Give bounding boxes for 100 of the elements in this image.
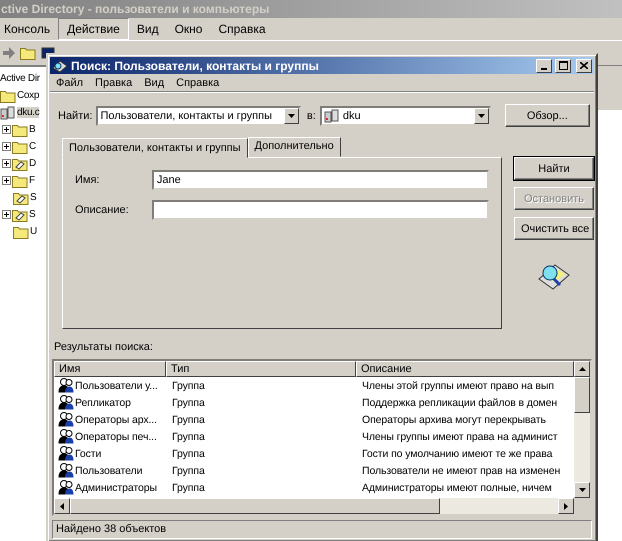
table-cell: Группа [172, 448, 205, 460]
window-title: ctive Directory - пользователи и компьютеры [0, 0, 622, 18]
caret-icon [478, 114, 485, 118]
folder-book-icon [12, 208, 28, 222]
table-cell: Пользователи [75, 464, 142, 477]
location-label: в: [306, 110, 316, 122]
table-cell: Члены этой группы имеют право на вып [362, 380, 554, 392]
text-field[interactable] [152, 200, 489, 220]
group-icon [58, 463, 74, 478]
minimize-button[interactable] [536, 58, 552, 73]
table-cell: Операторы арх... [75, 414, 157, 426]
action-button[interactable]: Очистить все [514, 217, 594, 240]
plus-box-icon[interactable] [2, 176, 11, 185]
tree-item[interactable]: D [29, 158, 36, 169]
folder-book-icon [12, 156, 28, 170]
group-icon [58, 480, 74, 496]
menu-item[interactable]: Правка [89, 76, 138, 89]
group-icon [58, 378, 74, 394]
servers-icon [0, 106, 16, 120]
plus-box-icon[interactable] [2, 125, 11, 134]
tree-item[interactable]: C [29, 141, 36, 152]
folder-icon [12, 140, 28, 154]
horizontal-scrollbar[interactable] [54, 498, 574, 514]
table-cell: Члены группы имеют права на админист [362, 430, 558, 443]
table-cell: Администраторы имеют полные, ничем [362, 482, 552, 494]
folder-icon [12, 174, 28, 188]
plus-box-icon[interactable] [2, 142, 11, 151]
folder-icon [0, 88, 16, 102]
location-dropdown[interactable]: dku [320, 106, 491, 126]
table-cell: Пользователи у... [75, 380, 158, 392]
table-cell: Администраторы [75, 482, 157, 494]
table-cell: Гости по умолчанию имеют те же права [362, 448, 552, 460]
browse-button[interactable]: Обзор... [504, 104, 590, 128]
right-arrow-icon [564, 502, 568, 510]
dialog-title: Поиск: Пользователи, контакты и группы [71, 58, 320, 73]
tree-item[interactable]: Coxp [17, 90, 40, 101]
menu-item[interactable]: Вид [128, 19, 167, 39]
tree-item[interactable]: dku.c [17, 107, 40, 118]
menu-item[interactable]: Вид [138, 76, 170, 89]
menu-item[interactable]: Действие [58, 18, 129, 40]
results-label: Результаты поиска: [53, 340, 154, 356]
menu-item[interactable]: Окно [166, 19, 210, 39]
maximize-button[interactable] [555, 58, 571, 73]
folder-up-icon [20, 46, 36, 60]
scroll-thumb[interactable] [574, 377, 590, 414]
column-header[interactable]: Тип [166, 361, 356, 378]
group-icon [58, 412, 74, 428]
tree-item[interactable]: S [30, 192, 36, 203]
status-text: Найдено 38 объектов [52, 520, 592, 539]
find-label: Найти: [58, 110, 92, 122]
up-arrow-icon [578, 367, 586, 372]
tree-item[interactable]: F [29, 175, 35, 186]
tree-item[interactable]: S [29, 209, 36, 220]
forward-arrow-icon[interactable] [2, 46, 16, 60]
maximize-icon [558, 61, 568, 70]
field-label: Описание: [75, 204, 130, 216]
folder-icon [13, 224, 29, 238]
plus-box-icon[interactable] [2, 210, 11, 219]
group-icon [58, 395, 74, 410]
table-cell: Группа [172, 430, 205, 443]
table-cell: Группа [172, 464, 205, 477]
menu-item[interactable]: Справка [170, 76, 226, 89]
column-header[interactable]: Описание [356, 361, 574, 378]
table-cell: Гости [75, 448, 102, 460]
action-button[interactable]: Найти [514, 157, 594, 180]
field-label: Имя: [75, 174, 100, 186]
plus-box-icon[interactable] [2, 159, 11, 168]
text-field[interactable]: Jane [152, 170, 489, 190]
tab[interactable]: Дополнительно [248, 137, 341, 158]
folder-icon [12, 122, 28, 136]
column-header[interactable]: Имя [54, 361, 166, 378]
menu-item[interactable]: Консоль [0, 19, 58, 39]
tree-item[interactable]: B [29, 124, 36, 135]
close-button[interactable] [576, 58, 592, 73]
group-icon [58, 446, 74, 462]
table-cell: Операторы печ... [75, 430, 157, 443]
vertical-scrollbar[interactable] [574, 361, 590, 498]
search-icon [52, 58, 68, 73]
find-dropdown[interactable]: Пользователи, контакты и группы [96, 106, 301, 126]
tree-item[interactable]: U [30, 226, 37, 237]
tree-item[interactable]: Active Dir [0, 73, 40, 84]
caret-icon [288, 114, 295, 118]
menu-item[interactable]: Справка [210, 19, 274, 39]
table-cell: Группа [172, 396, 205, 409]
table-cell: Группа [172, 380, 205, 392]
menu-item[interactable]: Файл [50, 76, 90, 89]
table-cell: Группа [172, 414, 205, 426]
left-arrow-icon [60, 502, 64, 510]
servers-icon [324, 108, 340, 123]
down-arrow-icon [578, 488, 586, 492]
table-cell: Пользователи не имеют прав на изменен [362, 464, 560, 477]
folder-book-icon [13, 190, 29, 204]
scroll-thumb[interactable] [70, 498, 440, 514]
close-icon [580, 62, 588, 70]
table-cell: Операторы архива могут перекрывать [362, 414, 546, 426]
table-cell: Группа [172, 482, 205, 494]
table-cell: Репликатор [75, 396, 131, 409]
minimize-icon [541, 68, 547, 70]
table-cell: Поддержка репликации файлов в домен [362, 396, 558, 409]
tab[interactable]: Пользователи, контакты и группы [62, 138, 248, 158]
